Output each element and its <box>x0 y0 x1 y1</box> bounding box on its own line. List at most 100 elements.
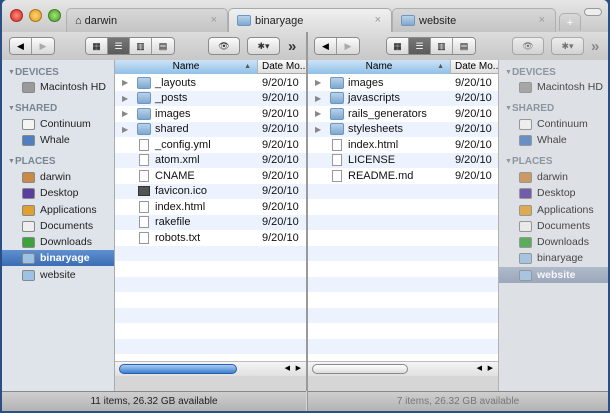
sidebar-section-devices[interactable]: DEVICES <box>499 64 608 80</box>
sidebar-item-applications[interactable]: Applications <box>499 202 608 218</box>
icon-view-button[interactable]: ▦ <box>387 38 409 54</box>
file-row[interactable]: LICENSE 9/20/10 <box>308 152 498 168</box>
sidebar-section-shared[interactable]: SHARED <box>499 100 608 116</box>
sidebar-item-darwin[interactable]: darwin <box>499 169 608 185</box>
minimize-window-button[interactable] <box>29 9 42 22</box>
sidebar-section-places[interactable]: PLACES <box>499 153 608 169</box>
back-button[interactable]: ◀ <box>10 38 32 54</box>
date-column-header[interactable]: Date Mo.. <box>451 60 498 74</box>
sidebar-item-label: Desktop <box>40 187 79 199</box>
zoom-window-button[interactable] <box>48 9 61 22</box>
tab-darwin[interactable]: ⌂ darwin × <box>66 8 228 32</box>
file-row[interactable]: ▶ _layouts 9/20/10 <box>115 75 306 91</box>
icon-view-button[interactable]: ▦ <box>86 38 108 54</box>
action-button[interactable]: ✱▾ <box>551 37 584 55</box>
sidebar-item-macintosh-hd[interactable]: Macintosh HD <box>2 79 114 95</box>
forward-button[interactable]: ▶ <box>32 38 54 54</box>
forward-button[interactable]: ▶ <box>337 38 359 54</box>
sidebar-item-applications[interactable]: Applications <box>2 202 114 218</box>
sidebar-item-website[interactable]: website <box>2 267 114 283</box>
disclosure-triangle-icon[interactable]: ▶ <box>122 94 128 103</box>
sidebar-item-darwin[interactable]: darwin <box>2 169 114 185</box>
file-row[interactable]: README.md 9/20/10 <box>308 168 498 184</box>
sidebar-item-whale[interactable]: Whale <box>2 132 114 148</box>
new-tab-button[interactable]: + <box>559 13 581 31</box>
sidebar-item-continuum[interactable]: Continuum <box>2 116 114 132</box>
more-toolbar-button[interactable]: » <box>591 38 599 55</box>
close-tab-icon[interactable]: × <box>375 14 381 26</box>
disclosure-triangle-icon[interactable]: ▶ <box>315 125 321 134</box>
toolbar-toggle-button[interactable] <box>584 8 602 16</box>
name-column-header[interactable]: Name ▲ <box>308 60 451 74</box>
file-row[interactable]: ▶ stylesheets 9/20/10 <box>308 121 498 137</box>
file-row[interactable]: ▶ shared 9/20/10 <box>115 121 306 137</box>
file-row[interactable]: robots.txt 9/20/10 <box>115 230 306 246</box>
sidebar-item-downloads[interactable]: Downloads <box>2 234 114 250</box>
file-row[interactable]: CNAME 9/20/10 <box>115 168 306 184</box>
file-name: javascripts <box>348 92 400 105</box>
sidebar-item-continuum[interactable]: Continuum <box>499 116 608 132</box>
disclosure-triangle-icon[interactable]: ▶ <box>315 78 321 87</box>
back-button[interactable]: ◀ <box>315 38 337 54</box>
close-window-button[interactable] <box>10 9 23 22</box>
file-row[interactable]: index.html 9/20/10 <box>308 137 498 153</box>
file-row[interactable]: ▶ javascripts 9/20/10 <box>308 90 498 106</box>
file-row[interactable]: ▶ _posts 9/20/10 <box>115 90 306 106</box>
more-toolbar-button[interactable]: » <box>288 38 296 55</box>
disclosure-triangle-icon[interactable]: ▶ <box>315 94 321 103</box>
sidebar-item-desktop[interactable]: Desktop <box>499 185 608 201</box>
scrollbar-thumb[interactable] <box>312 364 408 374</box>
file-row[interactable]: _config.yml 9/20/10 <box>115 137 306 153</box>
scroll-left-icon[interactable]: ◀ <box>285 364 290 372</box>
scroll-right-icon[interactable]: ▶ <box>296 364 301 372</box>
close-tab-icon[interactable]: × <box>539 14 545 26</box>
quicklook-button[interactable]: 👁 <box>512 37 544 55</box>
file-row[interactable]: atom.xml 9/20/10 <box>115 152 306 168</box>
sidebar-section-shared[interactable]: SHARED <box>2 100 114 116</box>
horizontal-scrollbar[interactable]: ◀ ▶ <box>308 361 498 376</box>
sidebar-item-binaryage[interactable]: binaryage <box>499 250 608 266</box>
downloads-icon <box>22 236 35 248</box>
coverflow-view-button[interactable]: ▤ <box>453 38 475 54</box>
sidebar-item-macintosh-hd[interactable]: Macintosh HD <box>499 79 608 95</box>
column-view-button[interactable]: ▥ <box>431 38 453 54</box>
file-name: atom.xml <box>155 154 200 167</box>
scroll-right-icon[interactable]: ▶ <box>488 364 493 372</box>
sidebar-item-desktop[interactable]: Desktop <box>2 185 114 201</box>
disclosure-triangle-icon[interactable]: ▶ <box>122 78 128 87</box>
sidebar-item-whale[interactable]: Whale <box>499 132 608 148</box>
file-row[interactable]: ▶ rails_generators 9/20/10 <box>308 106 498 122</box>
file-row[interactable]: favicon.ico 9/20/10 <box>115 183 306 199</box>
sidebar-item-documents[interactable]: Documents <box>2 218 114 234</box>
column-view-button[interactable]: ▥ <box>130 38 152 54</box>
horizontal-scrollbar[interactable]: ◀ ▶ <box>115 361 306 376</box>
sidebar-section-places[interactable]: PLACES <box>2 153 114 169</box>
scroll-left-icon[interactable]: ◀ <box>477 364 482 372</box>
close-tab-icon[interactable]: × <box>211 14 217 26</box>
action-button[interactable]: ✱▾ <box>247 37 280 55</box>
document-icon <box>139 200 149 213</box>
coverflow-view-button[interactable]: ▤ <box>152 38 174 54</box>
scrollbar-thumb[interactable] <box>119 364 237 374</box>
list-view-button[interactable]: ☰ <box>108 38 130 54</box>
quicklook-button[interactable]: 👁 <box>208 37 240 55</box>
disclosure-triangle-icon[interactable]: ▶ <box>122 125 128 134</box>
list-view-button[interactable]: ☰ <box>409 38 431 54</box>
file-row[interactable]: ▶ images 9/20/10 <box>115 106 306 122</box>
sidebar-item-website[interactable]: website <box>499 267 608 283</box>
disclosure-triangle-icon[interactable]: ▶ <box>315 109 321 118</box>
sidebar-item-binaryage[interactable]: binaryage <box>2 250 114 266</box>
sidebar-item-documents[interactable]: Documents <box>499 218 608 234</box>
disclosure-triangle-icon[interactable]: ▶ <box>122 109 128 118</box>
file-row[interactable]: rakefile 9/20/10 <box>115 214 306 230</box>
tab-website[interactable]: website × <box>392 8 556 32</box>
sidebar-section-devices[interactable]: DEVICES <box>2 64 114 80</box>
file-row[interactable]: index.html 9/20/10 <box>115 199 306 215</box>
sidebar-item-downloads[interactable]: Downloads <box>499 234 608 250</box>
tab-binaryage[interactable]: binaryage × <box>228 8 392 32</box>
date-column-header[interactable]: Date Mo.. <box>258 60 305 74</box>
name-column-header[interactable]: Name ▲ <box>115 60 258 74</box>
file-date: 9/20/10 <box>455 76 492 89</box>
file-row[interactable]: ▶ images 9/20/10 <box>308 75 498 91</box>
right-file-list: Name ▲ Date Mo.. ▶ images 9/20/10 ▶ javascripts… <box>308 60 498 376</box>
